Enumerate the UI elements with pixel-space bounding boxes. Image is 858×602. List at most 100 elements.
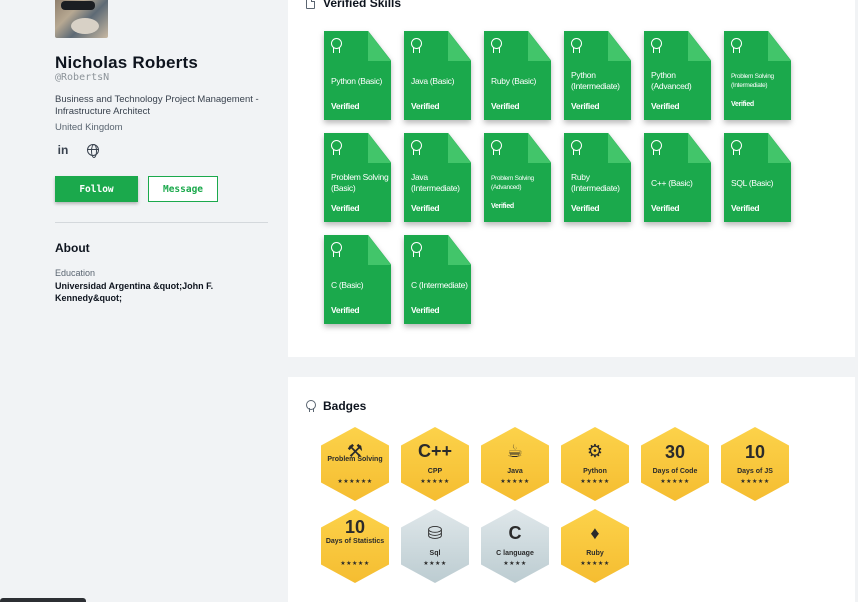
badge[interactable]: 30 Days of Code ★★★★★ [641, 427, 709, 501]
certificate-card[interactable]: SQL (Basic) Verified [724, 133, 791, 222]
certificate-status: Verified [731, 101, 754, 108]
badge[interactable]: 10 Days of Statistics ★★★★★ [321, 509, 389, 583]
badge[interactable]: ⛁ Sql ★★★★ [401, 509, 469, 583]
badge[interactable]: ⚒ Problem Solving ★★★★★★ [321, 427, 389, 501]
badge-hexagon [401, 427, 469, 501]
profile-location: United Kingdom [55, 122, 123, 133]
skill-certificate[interactable]: Problem Solving (Intermediate) Verified [724, 31, 791, 120]
skill-certificate[interactable]: Ruby (Intermediate) Verified [564, 133, 631, 222]
skill-certificate[interactable]: Problem Solving (Basic) Verified [324, 133, 391, 222]
skill-certificate[interactable]: Python (Advanced) Verified [644, 31, 711, 120]
page-fold [768, 31, 791, 61]
certificate-status: Verified [571, 203, 600, 213]
page-fold [608, 31, 631, 61]
certificate-card[interactable]: Python (Basic) Verified [324, 31, 391, 120]
certificate-name: Ruby (Intermediate) [571, 172, 620, 193]
skill-certificate[interactable]: C (Basic) Verified [324, 235, 391, 324]
badge[interactable]: ☕ Java ★★★★★ [481, 427, 549, 501]
globe-icon[interactable] [85, 142, 101, 158]
certificate-card[interactable]: Python (Intermediate) Verified [564, 31, 631, 120]
follow-button[interactable]: Follow [55, 176, 138, 202]
profile-name: Nicholas Roberts [55, 53, 199, 72]
page-fold [528, 133, 551, 163]
divider [55, 222, 268, 223]
certificate-name: Python (Intermediate) [571, 70, 620, 91]
page-fold [688, 133, 711, 163]
badge-stars: ★★★★★★ [337, 479, 373, 485]
medal-icon [571, 140, 582, 156]
certificate-card[interactable]: Java (Basic) Verified [404, 31, 471, 120]
certificate-name: Problem Solving (Intermediate) [731, 73, 774, 89]
badge-stars: ★★★★★ [500, 479, 530, 485]
medal-icon [491, 140, 502, 156]
badge-hexagon [481, 509, 549, 583]
certificate-card[interactable]: Ruby (Basic) Verified [484, 31, 551, 120]
badge-icon: C++ [417, 441, 453, 461]
social-links: in [55, 142, 101, 158]
page-fold [448, 235, 471, 265]
certificate-status: Verified [651, 203, 680, 213]
certificate-card[interactable]: C (Intermediate) Verified [404, 235, 471, 324]
certificate-name: Python (Basic) [331, 75, 383, 86]
skill-certificate[interactable]: Java (Intermediate) Verified [404, 133, 471, 222]
skill-certificate[interactable]: Ruby (Basic) Verified [484, 31, 551, 120]
certificate-card[interactable]: Problem Solving (Advanced) Verified [484, 133, 551, 222]
education-value: Universidad Argentina &quot;John F. Kenn… [55, 281, 214, 303]
certificate-card[interactable]: Ruby (Intermediate) Verified [564, 133, 631, 222]
badge-label: C language [496, 550, 534, 557]
page-fold [768, 133, 791, 163]
certificate-card[interactable]: Problem Solving (Intermediate) Verified [724, 31, 791, 120]
medal-icon [491, 38, 502, 54]
page-fold [368, 235, 391, 265]
certificate-card[interactable]: Python (Advanced) Verified [644, 31, 711, 120]
badge-label: Java [507, 468, 523, 475]
badge-stars: ★★★★ [423, 561, 447, 567]
certificate-name: C++ (Basic) [651, 177, 693, 188]
skill-certificate[interactable]: SQL (Basic) Verified [724, 133, 791, 222]
skill-certificate[interactable]: Python (Intermediate) Verified [564, 31, 631, 120]
certificate-status: Verified [491, 101, 520, 111]
skill-certificate[interactable]: C (Intermediate) Verified [404, 235, 471, 324]
certificate-card[interactable]: Problem Solving (Basic) Verified [324, 133, 391, 222]
badge-label: Days of JS [737, 468, 773, 475]
badges-title: Badges [323, 399, 367, 413]
badge[interactable]: C++ CPP ★★★★★ [401, 427, 469, 501]
medal-icon [411, 38, 422, 54]
badge[interactable]: 10 Days of JS ★★★★★ [721, 427, 789, 501]
linkedin-icon[interactable]: in [55, 142, 71, 158]
certificate-card[interactable]: C (Basic) Verified [324, 235, 391, 324]
certificate-name: Problem Solving (Basic) [331, 172, 389, 193]
medal-icon [331, 140, 342, 156]
badge-number: 10 [744, 442, 766, 462]
about-title: About [55, 241, 90, 255]
skill-certificate[interactable]: Problem Solving (Advanced) Verified [484, 133, 551, 222]
bottom-tab-handle[interactable] [0, 598, 86, 602]
badge-number: 30 [664, 442, 686, 462]
badge-hexagon [561, 427, 629, 501]
certificate-status: Verified [411, 203, 440, 213]
skill-certificate[interactable]: Java (Basic) Verified [404, 31, 471, 120]
certificate-name: Java (Intermediate) [411, 172, 460, 193]
skill-certificate[interactable]: C++ (Basic) Verified [644, 133, 711, 222]
profile-title: Business and Technology Project Manageme… [55, 94, 259, 117]
badge-label: Ruby [586, 550, 604, 557]
badge-number: 10 [344, 517, 366, 537]
certificate-status: Verified [411, 305, 440, 315]
message-button[interactable]: Message [148, 176, 218, 202]
badge[interactable]: C C language ★★★★ [481, 509, 549, 583]
skill-certificate[interactable]: Python (Basic) Verified [324, 31, 391, 120]
medal-icon [331, 242, 342, 258]
certificate-card[interactable]: Java (Intermediate) Verified [404, 133, 471, 222]
page-fold [368, 133, 391, 163]
badge-hexagon [721, 427, 789, 501]
certificate-status: Verified [571, 101, 600, 111]
medal-icon [571, 38, 582, 54]
badge-icon: ☕ [506, 441, 524, 461]
badge[interactable]: ⚙ Python ★★★★★ [561, 427, 629, 501]
certificate-name: C (Intermediate) [411, 279, 468, 290]
medal-icon [651, 38, 662, 54]
certificate-card[interactable]: C++ (Basic) Verified [644, 133, 711, 222]
badge[interactable]: ♦ Ruby ★★★★★ [561, 509, 629, 583]
badge-label: Problem Solving [327, 456, 383, 463]
ribbon-icon [306, 400, 316, 412]
